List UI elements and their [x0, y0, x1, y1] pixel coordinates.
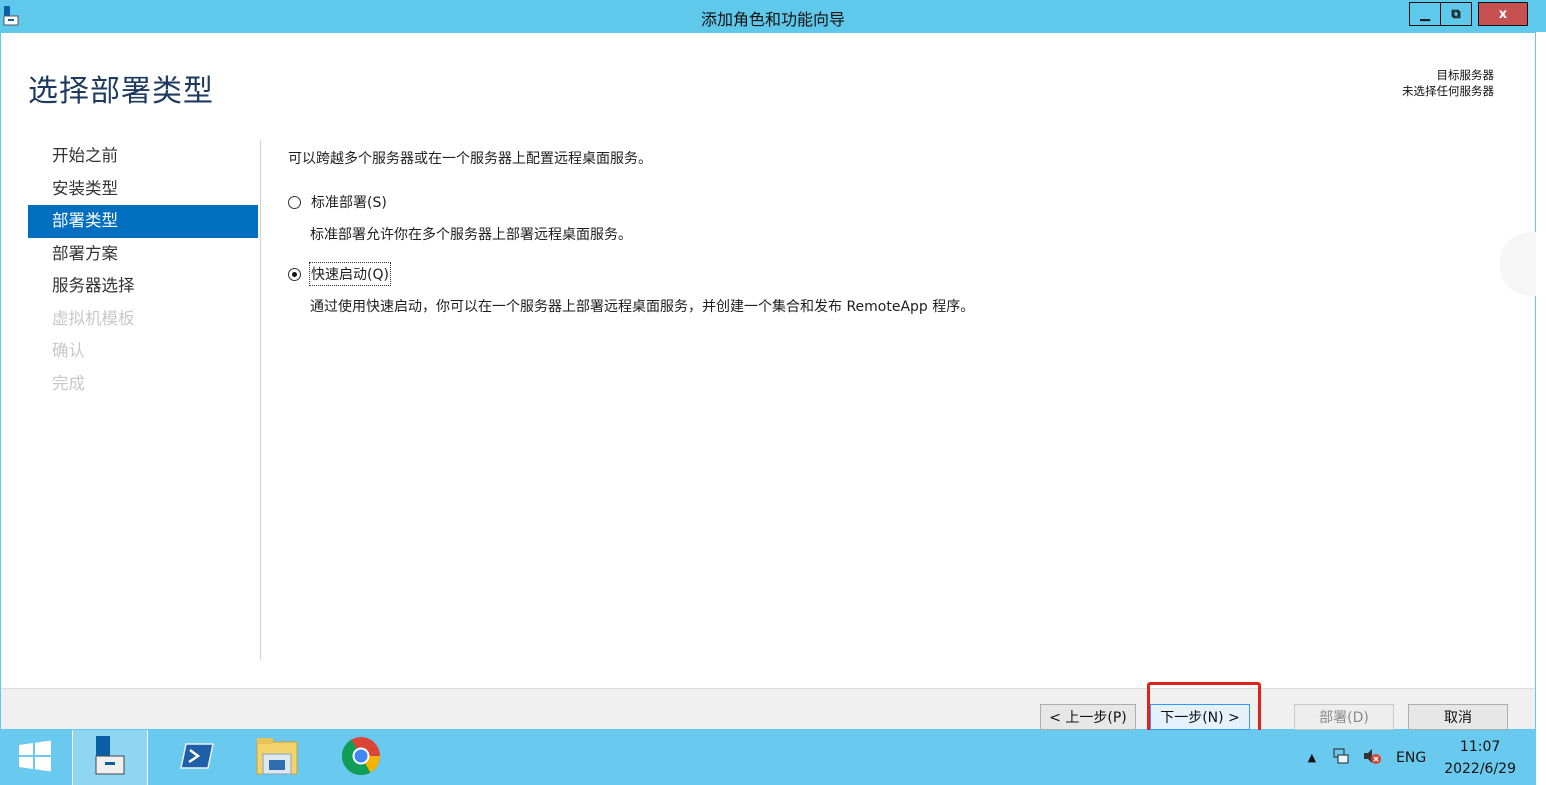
server-manager-icon	[90, 734, 130, 782]
quick-start-option[interactable]: 快速启动(Q)	[288, 262, 391, 286]
destination-server-label: 目标服务器	[1436, 68, 1495, 82]
nav-item-deployment-type[interactable]: 部署类型	[28, 205, 258, 238]
minimize-icon: ▁	[1420, 6, 1430, 22]
close-button[interactable]: x	[1478, 2, 1528, 26]
volume-muted-icon[interactable]	[1362, 747, 1382, 769]
clock-time: 11:07	[1459, 738, 1501, 755]
deploy-button: 部署(D)	[1294, 704, 1394, 730]
window-title: 添加角色和功能向导	[700, 10, 845, 29]
nav-item-results: 完成	[52, 373, 85, 393]
minimize-button[interactable]: ▁	[1409, 2, 1441, 26]
taskbar-file-explorer[interactable]	[240, 730, 314, 785]
taskbar-chrome[interactable]	[322, 730, 400, 785]
previous-button[interactable]: < 上一步(P)	[1040, 704, 1136, 730]
quick-start-description: 通过使用快速启动，你可以在一个服务器上部署远程桌面服务，并创建一个集合和发布 R…	[310, 299, 975, 315]
taskbar: ▲ ENG 11:07 2022/6/29	[0, 730, 1536, 785]
wizard-steps-nav: 开始之前 安装类型 部署类型 部署方案 服务器选择 虚拟机模板 确认 完成	[28, 140, 258, 400]
start-button[interactable]	[0, 730, 70, 785]
destination-server-value: 未选择任何服务器	[1402, 84, 1494, 98]
standard-deployment-radio[interactable]	[288, 195, 301, 209]
close-icon: x	[1498, 6, 1508, 22]
window-titlebar[interactable]: 添加角色和功能向导 ▁ ⧉ x	[0, 0, 1546, 32]
quick-start-label[interactable]: 快速启动(Q)	[309, 262, 391, 286]
standard-deployment-label[interactable]: 标准部署(S)	[311, 192, 387, 212]
nav-item-vm-template: 虚拟机模板	[52, 308, 135, 328]
destination-server: 目标服务器 未选择任何服务器	[1402, 67, 1494, 99]
restore-icon: ⧉	[1451, 6, 1461, 22]
chrome-icon	[341, 736, 381, 780]
standard-deployment-option[interactable]: 标准部署(S)	[288, 192, 387, 212]
clock[interactable]: 11:07 2022/6/29	[1444, 736, 1516, 780]
taskbar-powershell[interactable]	[160, 730, 234, 785]
standard-deployment-description: 标准部署允许你在多个服务器上部署远程桌面服务。	[310, 227, 632, 243]
quick-start-radio[interactable]	[288, 267, 301, 281]
cancel-button[interactable]: 取消	[1408, 704, 1508, 730]
nav-item-deployment-scenario[interactable]: 部署方案	[28, 238, 258, 271]
nav-divider	[260, 140, 261, 660]
powershell-icon	[180, 742, 214, 774]
intro-text: 可以跨越多个服务器或在一个服务器上配置远程桌面服务。	[288, 151, 652, 167]
nav-item-confirmation: 确认	[52, 341, 85, 360]
show-hidden-icons-icon[interactable]: ▲	[1308, 751, 1316, 764]
maximize-button[interactable]: ⧉	[1440, 2, 1472, 26]
nav-item-server-selection[interactable]: 服务器选择	[28, 270, 258, 303]
language-indicator[interactable]: ENG	[1396, 750, 1426, 766]
network-icon[interactable]	[1332, 747, 1350, 769]
taskbar-server-manager[interactable]	[72, 730, 148, 785]
page-title: 选择部署类型	[28, 74, 214, 109]
clock-date: 2022/6/29	[1444, 760, 1516, 777]
nav-item-installation-type[interactable]: 安装类型	[28, 173, 258, 206]
start-icon	[18, 740, 52, 776]
nav-item-before-you-begin[interactable]: 开始之前	[28, 140, 258, 173]
file-explorer-icon	[255, 736, 299, 780]
system-tray: ▲ ENG 11:07 2022/6/29	[1308, 730, 1536, 785]
